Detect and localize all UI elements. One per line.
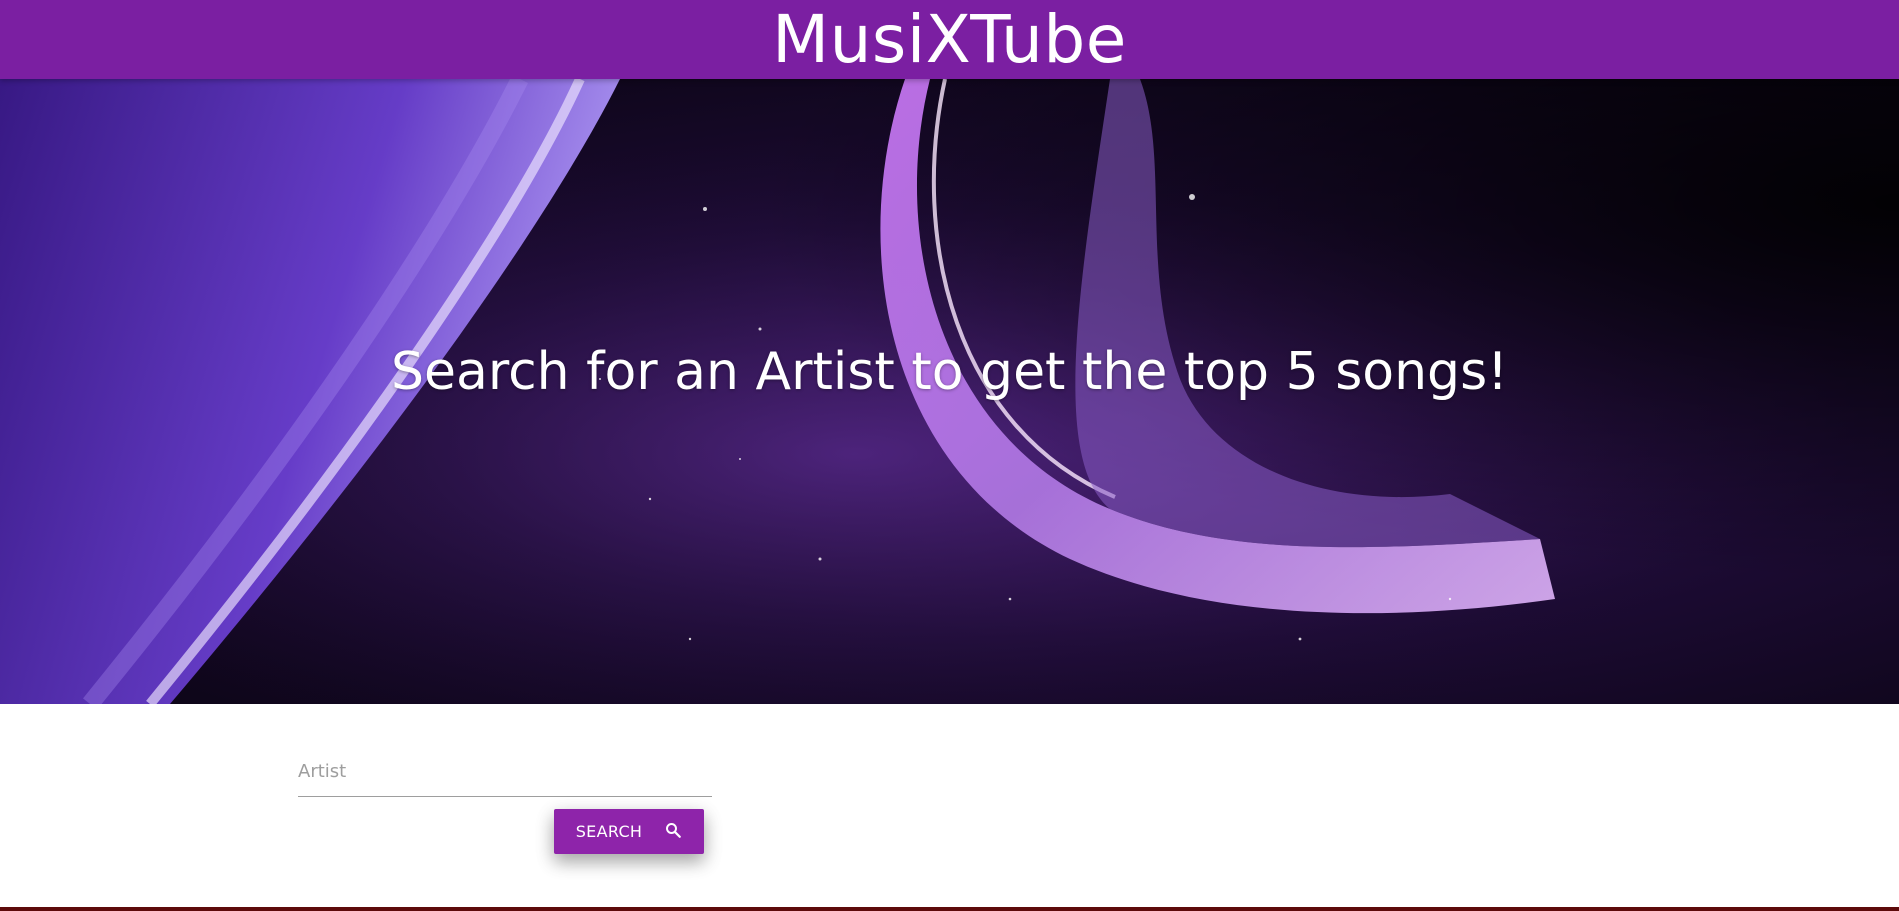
navbar: MusiXTube [0, 0, 1899, 79]
brand-logo[interactable]: MusiXTube [772, 0, 1127, 79]
artist-search-input[interactable] [298, 746, 712, 797]
search-button[interactable]: SEARCH [554, 809, 704, 854]
search-icon [664, 821, 682, 843]
search-button-label: SEARCH [575, 822, 643, 841]
hero-headline: Search for an Artist to get the top 5 so… [390, 341, 1509, 402]
hero-banner: Search for an Artist to get the top 5 so… [0, 79, 1899, 704]
bottom-border [0, 907, 1899, 911]
search-section: SEARCH [0, 704, 1899, 907]
